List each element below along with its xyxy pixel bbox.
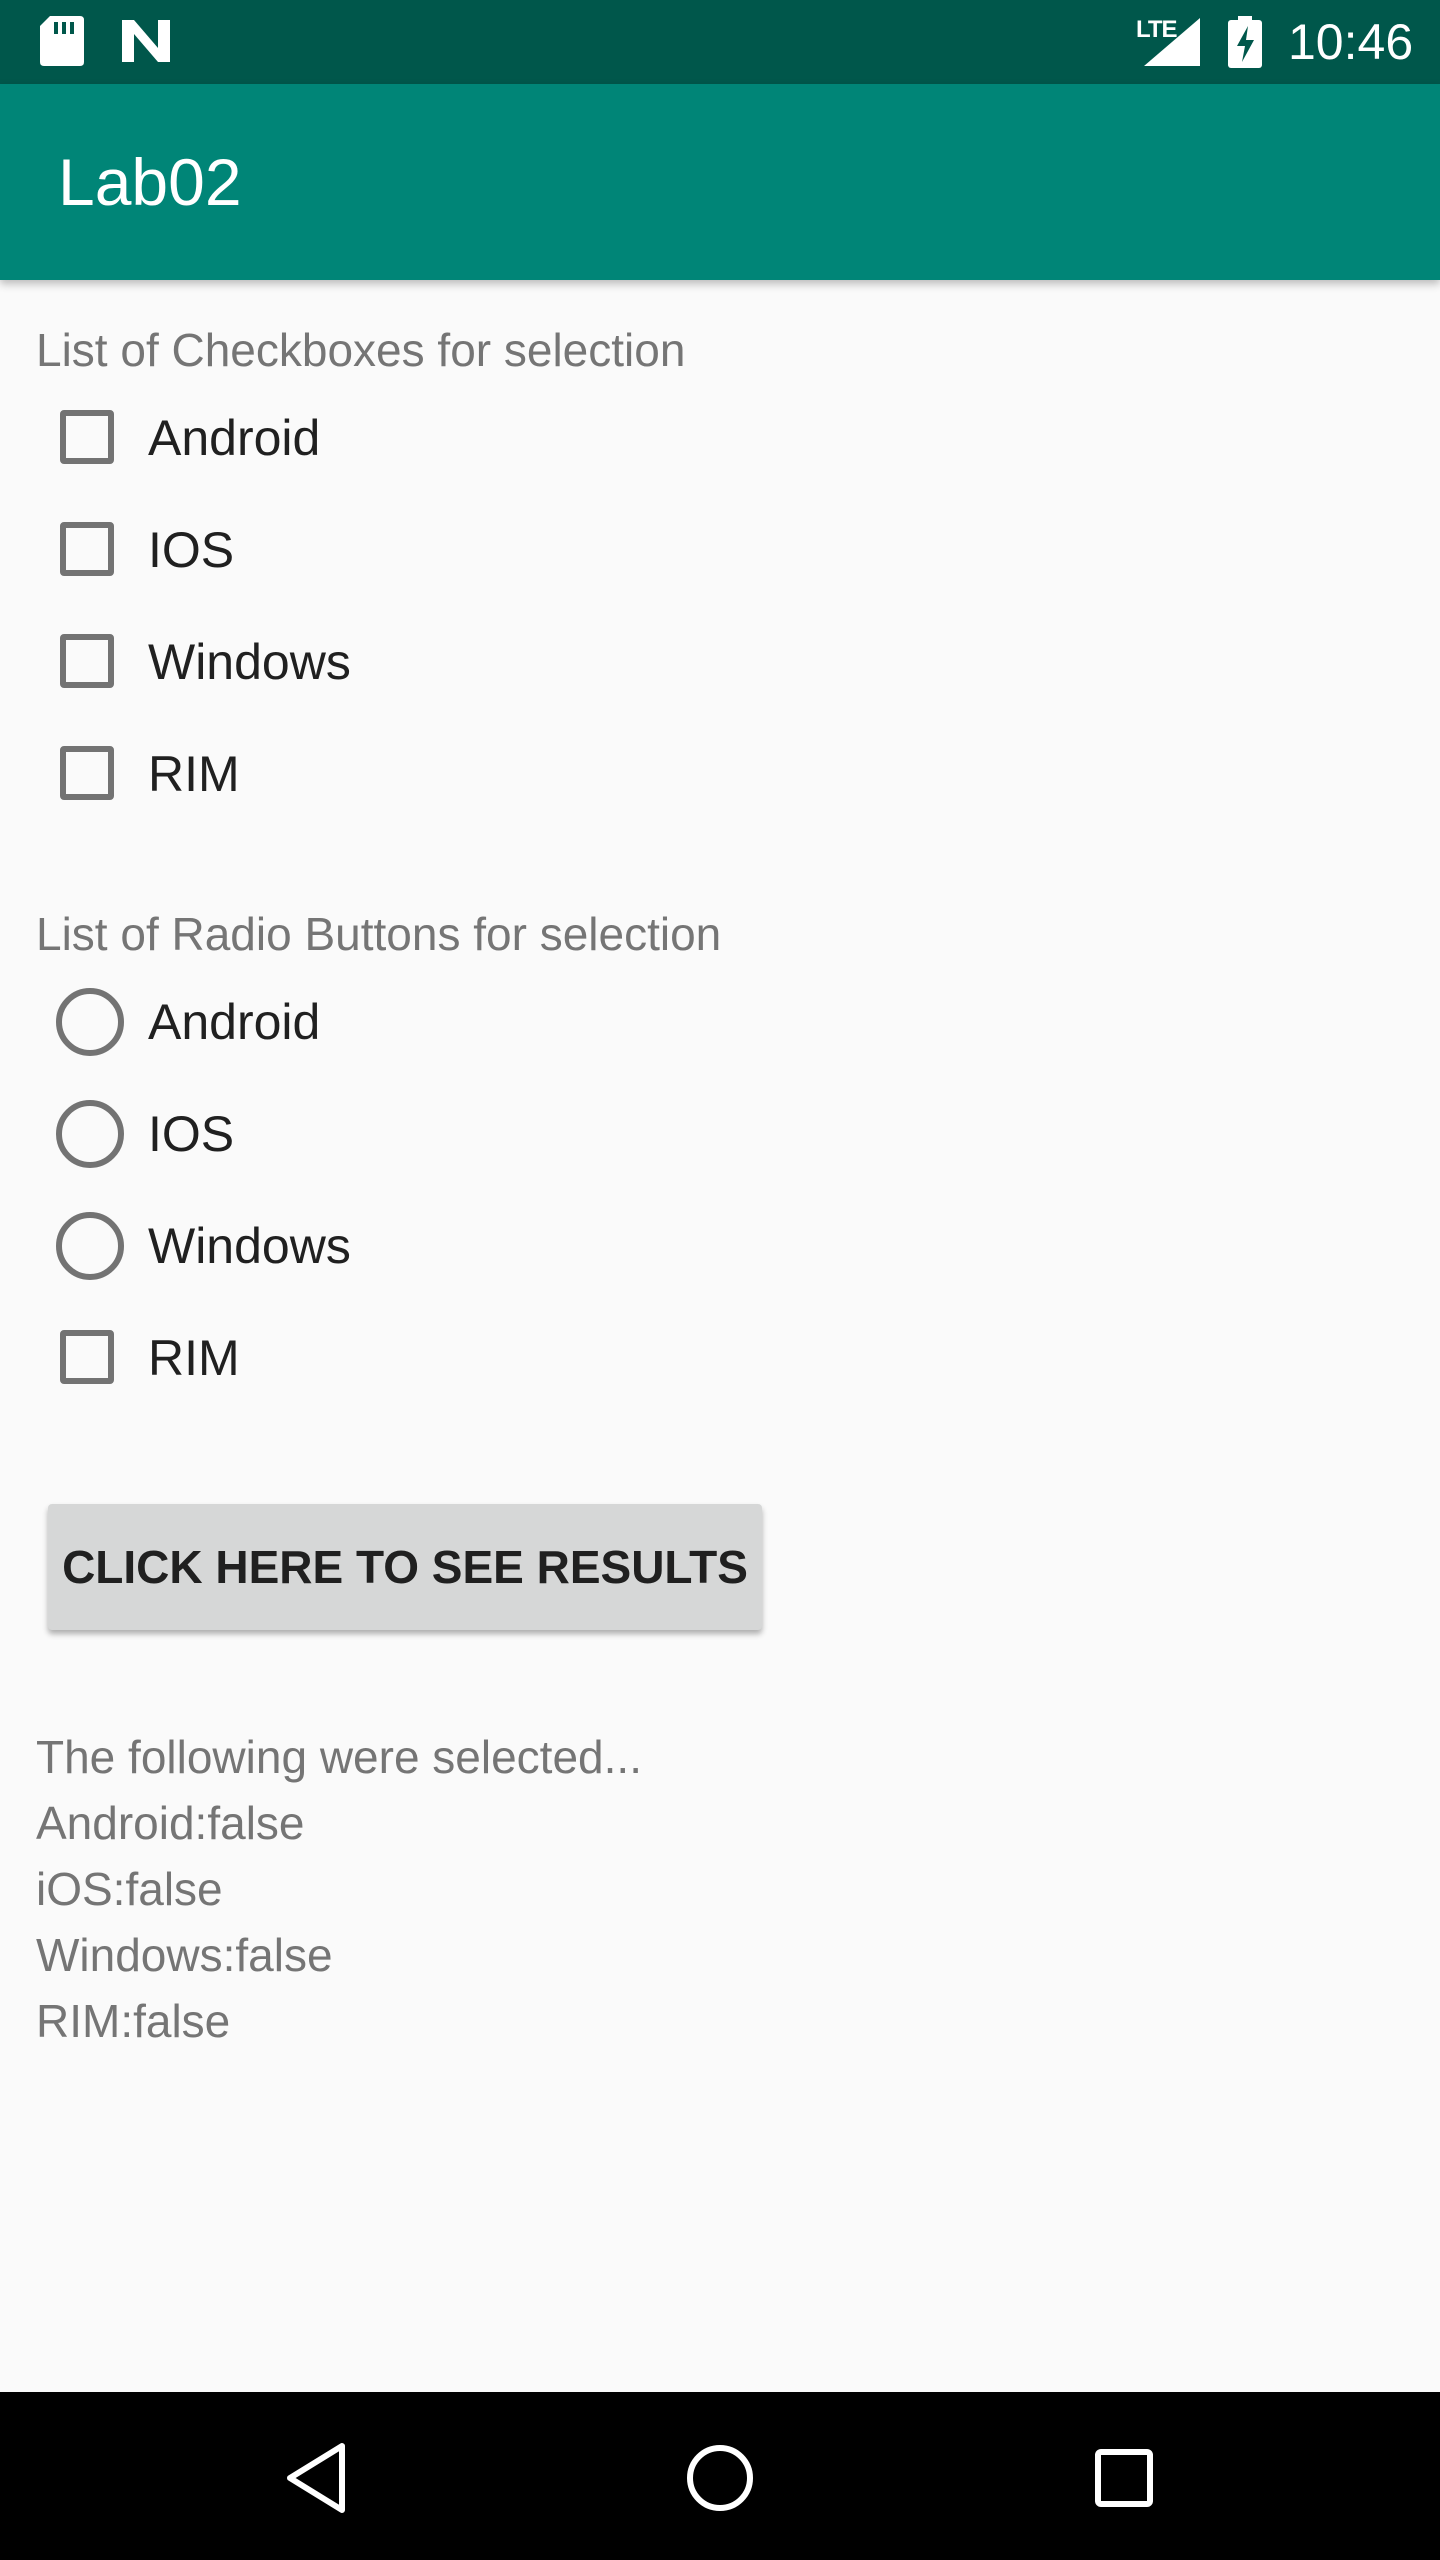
checkbox-label: Android (148, 410, 321, 466)
checkbox-icon[interactable] (60, 1330, 114, 1384)
checkbox-icon[interactable] (60, 634, 114, 688)
app-title: Lab02 (58, 145, 242, 219)
result-android: Android:false (36, 1797, 305, 1849)
see-results-button[interactable]: CLICK HERE TO SEE RESULTS (48, 1504, 762, 1630)
result-ios: iOS:false (36, 1863, 223, 1915)
status-clock: 10:46 (1288, 14, 1414, 70)
checkbox-label: RIM (148, 746, 240, 802)
home-icon[interactable] (670, 2428, 770, 2528)
radio-windows[interactable]: Windows (36, 1196, 736, 1296)
radio-android[interactable]: Android (36, 972, 736, 1072)
checkbox-label: IOS (148, 522, 235, 578)
radio-ios[interactable]: IOS (36, 1084, 736, 1184)
app-bar: Lab02 (0, 84, 1440, 280)
cell-signal-icon (1144, 18, 1200, 71)
checkbox-android[interactable]: Android (36, 388, 736, 488)
checkbox-icon[interactable] (60, 522, 114, 576)
checkbox-icon[interactable] (60, 746, 114, 800)
checkbox-rim[interactable]: RIM (36, 724, 736, 824)
radio-section-label: List of Radio Buttons for selection (36, 908, 722, 960)
result-windows: Windows:false (36, 1929, 333, 1981)
sd-card-icon (40, 16, 84, 71)
results-heading: The following were selected... (36, 1731, 642, 1783)
back-icon[interactable] (266, 2428, 366, 2528)
status-bar: LTE 10:46 (0, 0, 1440, 84)
radio-label: Windows (148, 1218, 351, 1274)
results-text: The following were selected... Android:f… (36, 1724, 642, 2054)
checkbox-label: Windows (148, 634, 351, 690)
n-notification-icon (118, 18, 174, 69)
battery-charging-icon (1228, 16, 1262, 73)
radio-label: Android (148, 994, 321, 1050)
result-rim: RIM:false (36, 1995, 231, 2047)
recents-icon[interactable] (1074, 2428, 1174, 2528)
checkbox-rim-second[interactable]: RIM (36, 1308, 736, 1408)
navigation-bar (0, 2392, 1440, 2560)
radio-button-icon[interactable] (56, 1100, 124, 1168)
checkbox-icon[interactable] (60, 410, 114, 464)
radio-button-icon[interactable] (56, 1212, 124, 1280)
checkbox-label: RIM (148, 1330, 240, 1386)
checkbox-ios[interactable]: IOS (36, 500, 736, 600)
radio-label: IOS (148, 1106, 235, 1162)
checkbox-section-label: List of Checkboxes for selection (36, 324, 686, 376)
checkbox-windows[interactable]: Windows (36, 612, 736, 712)
radio-button-icon[interactable] (56, 988, 124, 1056)
